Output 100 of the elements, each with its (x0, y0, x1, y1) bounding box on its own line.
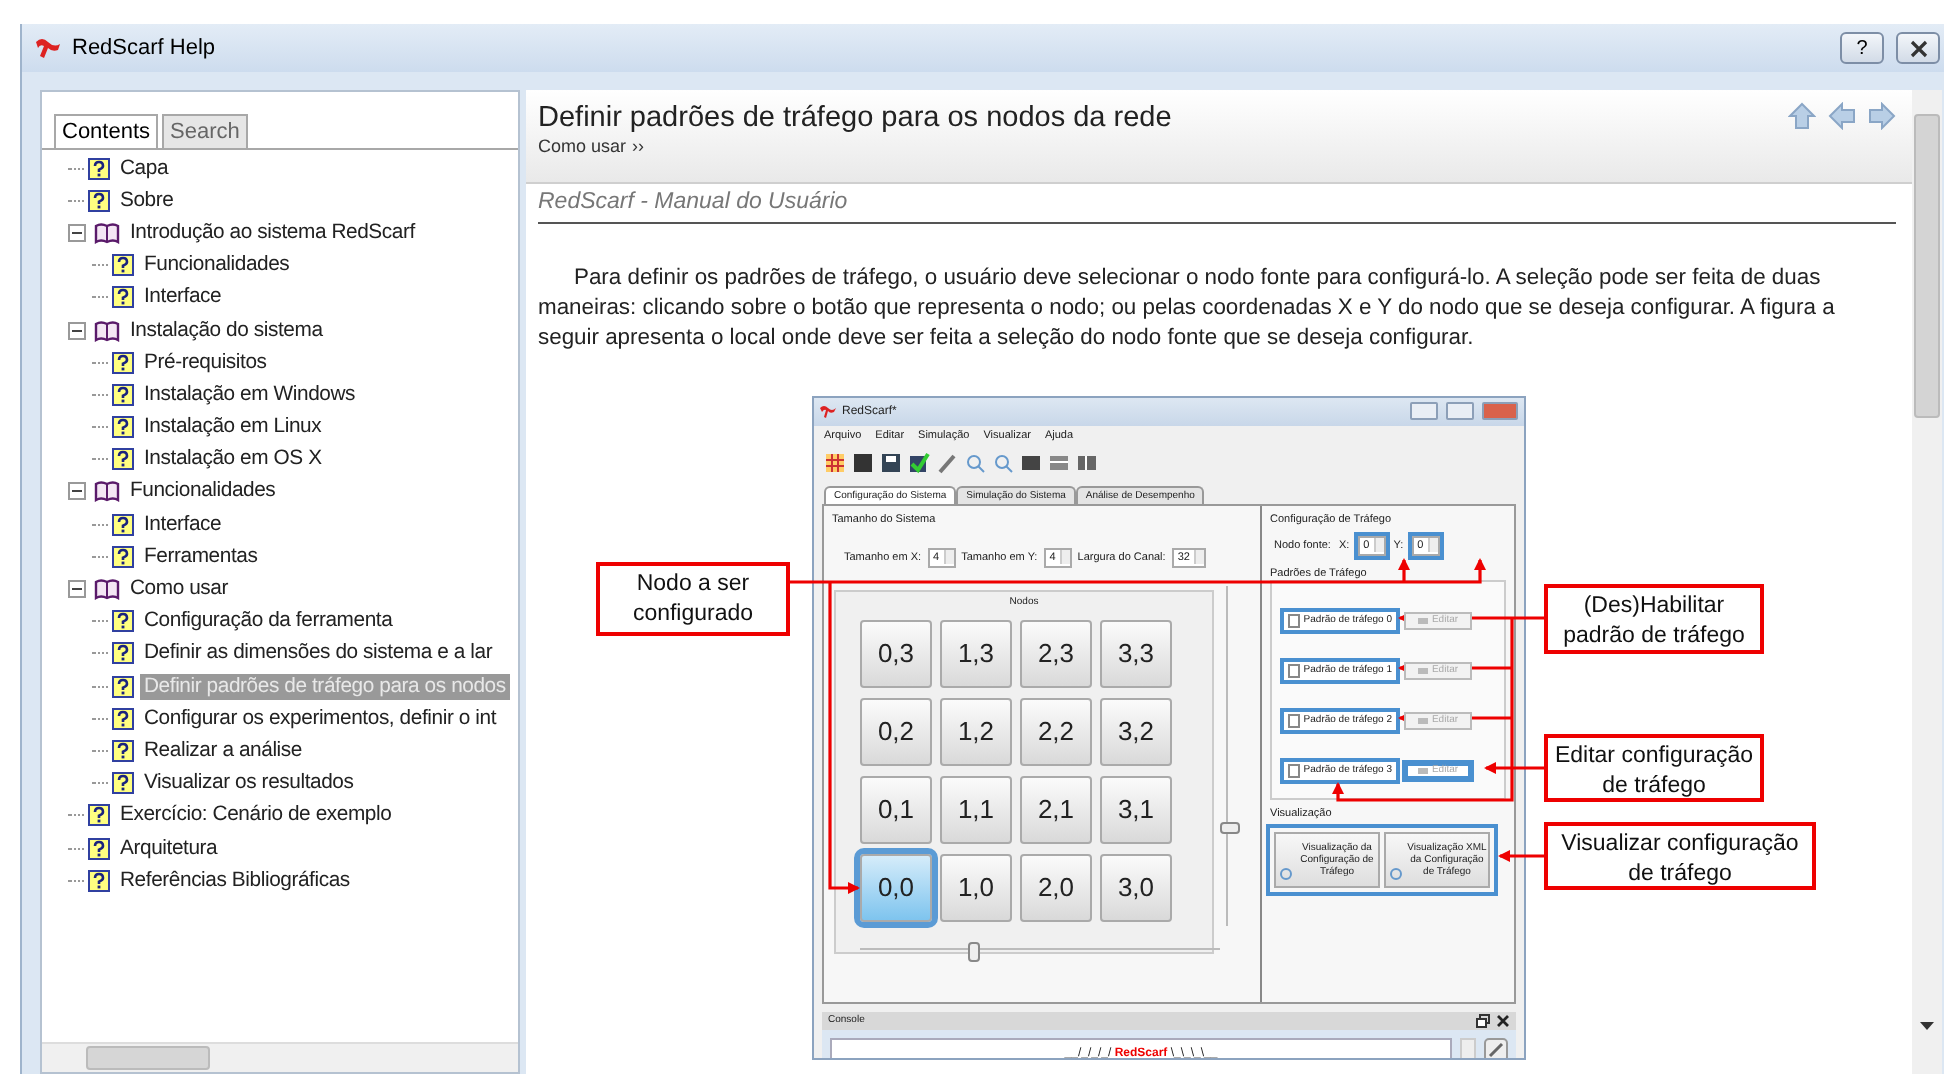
up-arrow-icon[interactable] (1788, 102, 1816, 130)
close-icon[interactable] (1496, 1013, 1510, 1028)
tree-item[interactable]: Instalação em Linux (140, 414, 326, 441)
help-page-icon (88, 804, 110, 827)
tree-item[interactable]: Instalação do sistema (126, 317, 327, 344)
check-icon[interactable] (908, 451, 930, 474)
tree-item[interactable]: Arquitetura (116, 835, 222, 862)
tree-item[interactable]: Pré-requisitos (140, 349, 271, 376)
book-icon (94, 480, 120, 503)
collapse-toggle[interactable] (68, 482, 86, 501)
callout-label: Editar configuração de tráfego (1544, 733, 1764, 802)
tree-item[interactable]: Funcionalidades (140, 252, 294, 279)
board-icon[interactable] (1020, 451, 1042, 474)
tree-item[interactable]: Interface (140, 511, 226, 538)
tree-item[interactable]: Instalação em OS X (140, 446, 326, 473)
node-button[interactable]: 3,2 (1100, 697, 1172, 766)
document-header: RedScarf - Manual do Usuário (538, 184, 1896, 224)
callout-label: Nodo a ser configurado (596, 561, 790, 636)
tree-item[interactable]: Configurar os experimentos, definir o int (140, 705, 501, 732)
tree-item[interactable]: Funcionalidades (126, 478, 280, 505)
collapse-toggle[interactable] (68, 580, 86, 599)
book-icon (94, 221, 120, 244)
help-page-icon (112, 513, 134, 536)
scarf-icon (34, 36, 62, 60)
scroll-down-icon[interactable] (1920, 1022, 1934, 1030)
node-button[interactable]: 2,0 (1020, 853, 1092, 922)
help-page-icon (88, 157, 110, 180)
help-page-icon (112, 675, 134, 698)
help-page-icon (112, 642, 134, 665)
help-page-icon (112, 772, 134, 795)
tree-item[interactable]: Capa (116, 155, 173, 182)
callout-label: (Des)Habilitar padrão de tráfego (1544, 583, 1764, 654)
chip-icon[interactable] (852, 451, 874, 474)
node-button[interactable]: 2,1 (1020, 775, 1092, 844)
breadcrumb-link[interactable]: Como usar (538, 136, 627, 156)
node-button[interactable]: 0,0 (860, 853, 932, 922)
tree-item[interactable]: Sobre (116, 187, 178, 214)
help-page-icon (112, 545, 134, 568)
node-button[interactable]: 0,2 (860, 697, 932, 766)
tree-item[interactable]: Como usar (126, 576, 233, 603)
help-page-icon (112, 610, 134, 633)
node-button[interactable]: 1,2 (940, 697, 1012, 766)
book-icon (94, 578, 120, 601)
tree-item[interactable]: Referências Bibliográficas (116, 867, 354, 894)
forward-arrow-icon[interactable] (1868, 102, 1896, 130)
node-button[interactable]: 3,3 (1100, 619, 1172, 688)
help-page-icon (112, 351, 134, 374)
help-page-icon (112, 286, 134, 309)
grid-icon[interactable] (824, 451, 846, 474)
callout-label: Visualizar configuração de tráfego (1544, 821, 1816, 890)
tree-item[interactable]: Interface (140, 284, 226, 311)
close-icon (1909, 39, 1927, 57)
node-button[interactable]: 0,1 (860, 775, 932, 844)
node-button[interactable]: 3,0 (1100, 853, 1172, 922)
collapse-toggle[interactable] (68, 321, 86, 340)
help-button[interactable]: ? (1840, 32, 1884, 64)
brush-icon[interactable] (1484, 1037, 1508, 1058)
brush-icon[interactable] (936, 451, 958, 474)
tree-item[interactable]: Visualizar os resultados (140, 770, 358, 797)
tree-item[interactable]: Configuração da ferramenta (140, 608, 397, 635)
window-title: RedScarf Help (72, 36, 216, 60)
board-icon[interactable] (1076, 451, 1098, 474)
node-button[interactable]: 3,1 (1100, 775, 1172, 844)
node-button[interactable]: 1,1 (940, 775, 1012, 844)
node-button[interactable]: 1,3 (940, 619, 1012, 688)
tree-item[interactable]: Ferramentas (140, 543, 262, 570)
tree-item[interactable]: Definir as dimensões do sistema e a lar (140, 640, 497, 667)
tree-item[interactable]: Realizar a análise (140, 737, 306, 764)
save-icon[interactable] (880, 451, 902, 474)
help-page-icon (88, 837, 110, 860)
zoom-in-icon[interactable] (964, 451, 986, 474)
topic-title: Definir padrões de tráfego para os nodos da rede (538, 102, 1172, 134)
node-button[interactable]: 2,2 (1020, 697, 1092, 766)
vertical-slider[interactable] (1220, 585, 1236, 926)
vertical-scrollbar[interactable] (1912, 90, 1942, 1074)
tree-item[interactable]: Exercício: Cenário de exemplo (116, 802, 396, 829)
horizontal-slider[interactable] (860, 941, 1220, 960)
tree-item[interactable]: Introdução ao sistema RedScarf (126, 219, 419, 246)
minimize-button[interactable] (1410, 402, 1438, 421)
collapse-toggle[interactable] (68, 223, 86, 242)
scarf-icon (820, 404, 836, 419)
node-button[interactable]: 0,3 (860, 619, 932, 688)
help-page-icon (112, 448, 134, 471)
undock-icon[interactable] (1476, 1013, 1490, 1028)
help-page-icon (112, 383, 134, 406)
node-button[interactable]: 2,3 (1020, 619, 1092, 688)
close-button[interactable] (1896, 32, 1940, 64)
horizontal-scrollbar[interactable] (42, 1042, 518, 1072)
node-button[interactable]: 1,0 (940, 853, 1012, 922)
paragraph: Para definir os padrões de tráfego, o usuário deve selecionar o nodo fonte para configurá-lo. A seleção pode ser feita de duas maneiras: clicando sobre o botão que representa o nodo; ou pelas coordenadas X e Y do nodo que se deseja configurar. A figura a seguir apresenta o local onde deve ser feita a seleção do nodo fonte que se deseja configurar. (538, 264, 1837, 355)
maximize-button[interactable] (1446, 402, 1474, 421)
help-page-icon (88, 869, 110, 892)
breadcrumb-separator: ›› (632, 136, 645, 156)
tab[interactable]: Contents (54, 114, 159, 148)
tree-item[interactable]: Instalação em Windows (140, 381, 360, 408)
help-page-icon (112, 254, 134, 277)
back-arrow-icon[interactable] (1828, 102, 1856, 130)
book-icon (94, 319, 120, 342)
tab[interactable]: Search (162, 114, 248, 148)
help-page-icon (112, 707, 134, 730)
